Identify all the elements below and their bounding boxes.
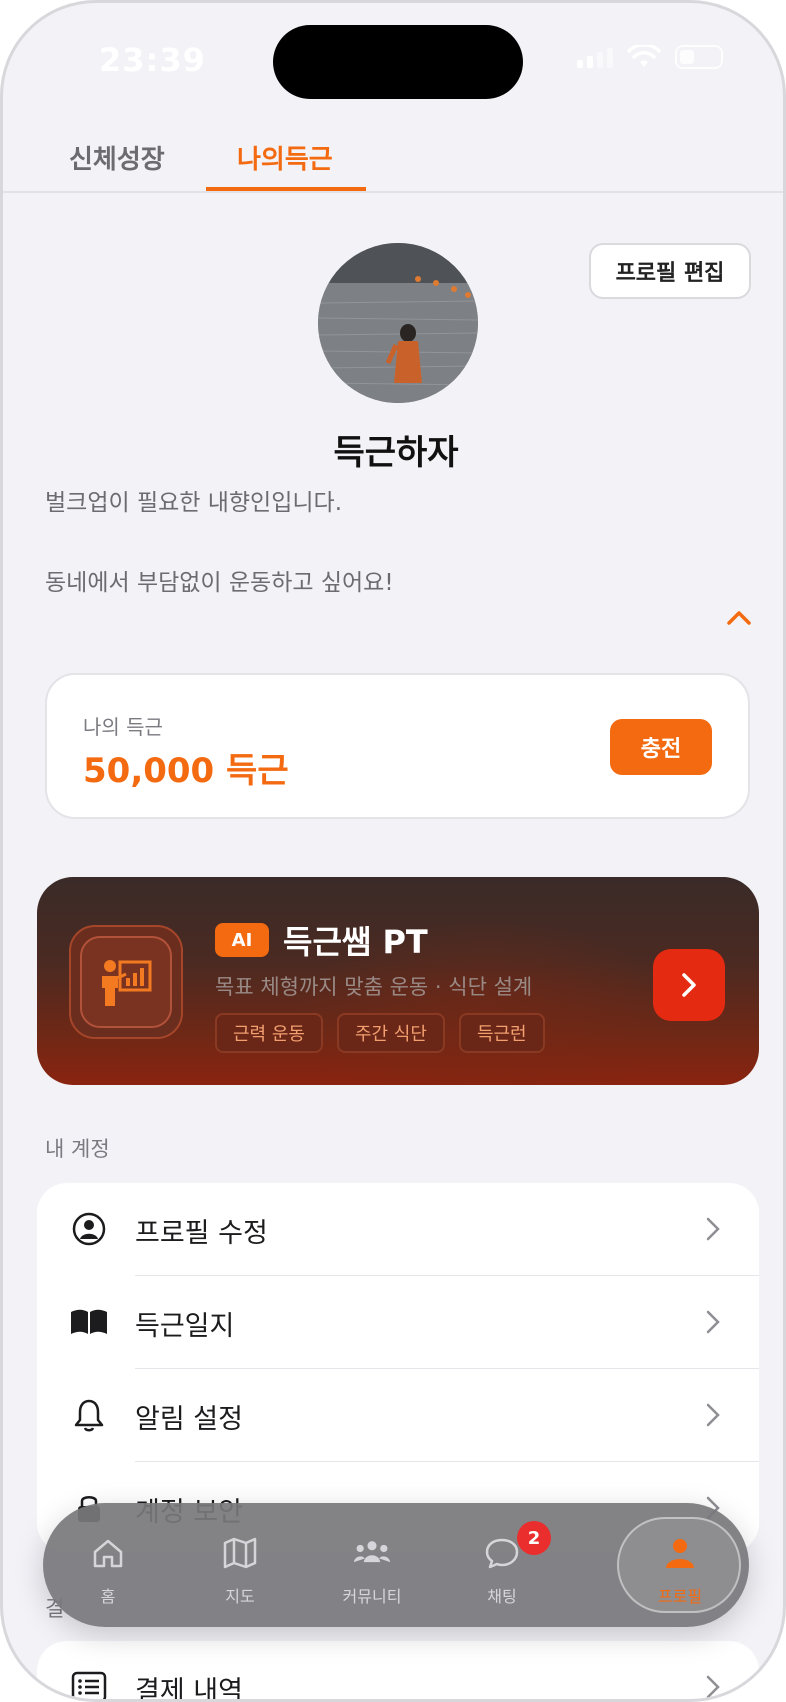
ai-icon-box [69,925,183,1039]
ai-banner-go-button[interactable] [653,949,725,1021]
active-tab-indicator [206,187,366,191]
ai-pt-banner[interactable]: AI 득근쌤 PT 목표 체형까지 맞춤 운동 · 식단 설계 근력 운동 주간… [37,877,759,1085]
nav-label: 홈 [100,1587,116,1606]
dynamic-island [273,25,523,99]
ai-banner-description: 목표 체형까지 맞춤 운동 · 식단 설계 [215,975,533,999]
home-icon [88,1533,128,1573]
receipt-list-icon [69,1667,109,1699]
menu-item-edit-profile[interactable]: 프로필 수정 [37,1183,759,1275]
nav-label: 프로필 [657,1587,703,1606]
points-card: 나의 득근 50,000 득근 충전 [45,673,750,819]
profile-nickname: 득근하자 [333,433,459,473]
nav-item-community[interactable]: 커뮤니티 [307,1503,437,1627]
section-label-account: 내 계정 [45,1137,110,1161]
status-time: 23:39 [99,41,206,79]
tab-body-growth[interactable]: 신체성장 [69,139,165,176]
chevron-right-icon [682,973,696,997]
nav-label: 커뮤니티 [342,1587,402,1606]
cellular-signal-icon [577,46,613,68]
menu-item-notification-settings[interactable]: 알림 설정 [37,1369,759,1461]
chevron-right-icon [706,1217,720,1241]
phone-screen: 23:39 신체성장 나의득근 프로필 편집 득근하자 벌크업이 필요한 내향인… [0,0,786,1702]
chat-icon [482,1533,522,1573]
menu-item-label: 알림 설정 [135,1404,243,1435]
points-value: 50,000 득근 [83,751,289,791]
wifi-icon [627,45,661,67]
chat-unread-badge: 2 [517,1521,551,1555]
ai-tag: 근력 운동 [215,1013,323,1053]
menu-item-workout-log[interactable]: 득근일지 [37,1276,759,1368]
community-icon [352,1533,392,1573]
charge-button[interactable]: 충전 [610,719,712,775]
nav-item-profile[interactable]: 프로필 [615,1503,745,1627]
nav-item-chat[interactable]: 2 채팅 [437,1503,567,1627]
chevron-right-icon [706,1675,720,1699]
ai-tag: 득근런 [458,1013,545,1053]
edit-profile-button[interactable]: 프로필 편집 [589,243,751,299]
book-icon [69,1302,109,1342]
menu-item-label: 결제 내역 [135,1676,243,1702]
nav-item-map[interactable]: 지도 [175,1503,305,1627]
profile-bio-line-1: 벌크업이 필요한 내향인입니다. [45,490,343,516]
tab-my-deukgeun[interactable]: 나의득근 [237,139,333,176]
ai-tag: 주간 식단 [336,1013,445,1053]
status-icons [577,45,723,69]
bell-icon [69,1395,109,1435]
nav-label: 채팅 [487,1587,517,1606]
ai-banner-title: 득근쌤 PT [283,923,428,961]
map-icon [220,1533,260,1573]
avatar[interactable] [318,243,478,403]
top-tabs: 신체성장 나의득근 [3,123,783,193]
chevron-up-icon[interactable] [723,603,755,631]
profile-icon [660,1533,700,1573]
chevron-right-icon [706,1403,720,1427]
battery-icon [675,45,723,69]
ai-badge: AI [215,923,269,957]
trainer-presentation-icon [102,960,152,1006]
bottom-nav: 홈 지도 커뮤니티 2 채팅 프로필 [43,1503,749,1627]
ai-banner-tags: 근력 운동 주간 식단 득근런 [215,1013,545,1053]
account-menu: 프로필 수정 득근일지 알림 설정 [37,1183,759,1553]
points-label: 나의 득근 [83,715,163,739]
nav-label: 지도 [225,1587,255,1606]
payment-menu: 결제 내역 [37,1641,759,1702]
nav-item-home[interactable]: 홈 [43,1503,173,1627]
user-circle-icon [69,1209,109,1249]
menu-item-label: 프로필 수정 [135,1218,268,1249]
menu-item-payment-history[interactable]: 결제 내역 [37,1641,759,1702]
avatar-photo [318,243,478,403]
menu-item-label: 득근일지 [135,1311,235,1342]
chevron-right-icon [706,1310,720,1334]
profile-bio-line-2: 동네에서 부담없이 운동하고 싶어요! [45,570,394,596]
